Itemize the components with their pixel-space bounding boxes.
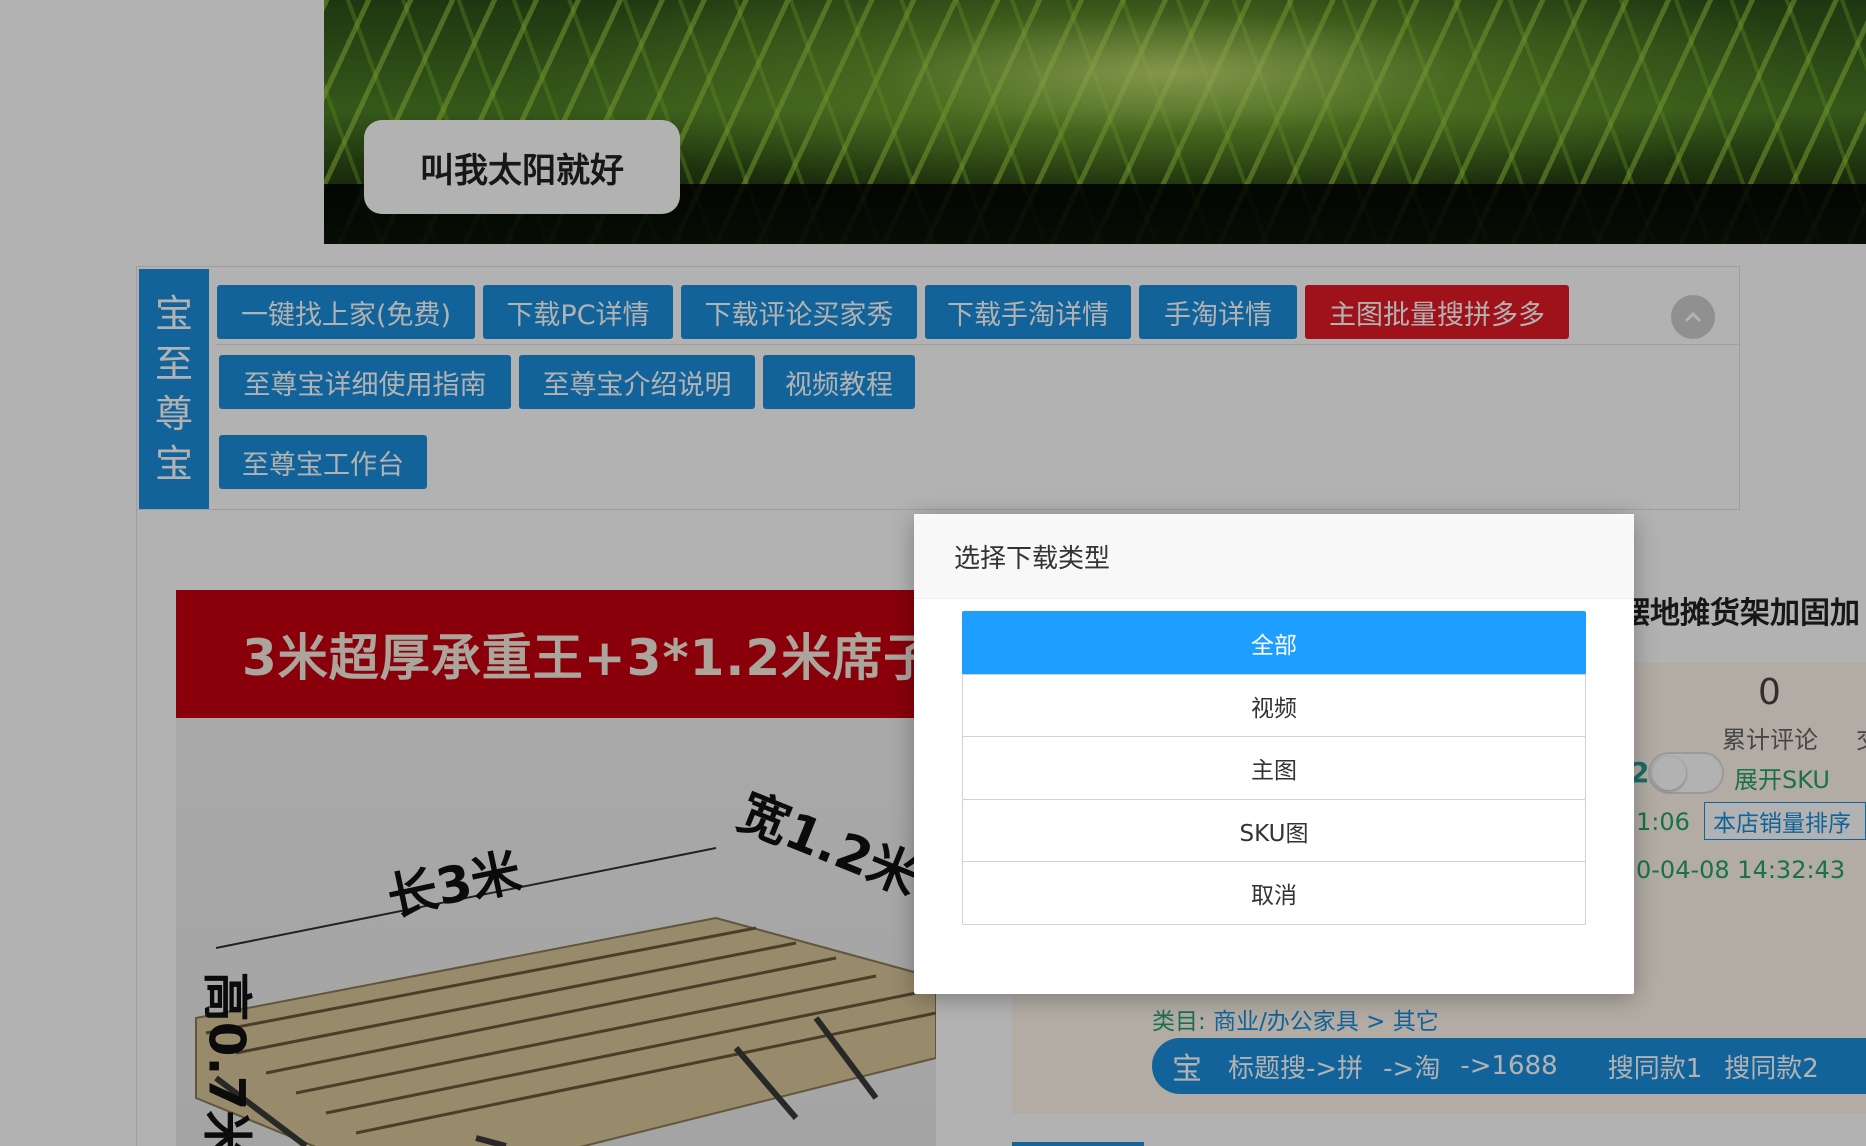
option-video-button[interactable]: 视频 xyxy=(962,674,1586,738)
option-sku-image-button[interactable]: SKU图 xyxy=(962,799,1586,863)
option-main-image-button[interactable]: 主图 xyxy=(962,736,1586,800)
dialog-title: 选择下载类型 xyxy=(914,514,1634,599)
option-all-button[interactable]: 全部 xyxy=(962,611,1586,675)
cancel-button[interactable]: 取消 xyxy=(962,861,1586,925)
download-type-dialog: 选择下载类型 全部 视频 主图 SKU图 取消 xyxy=(914,514,1634,994)
